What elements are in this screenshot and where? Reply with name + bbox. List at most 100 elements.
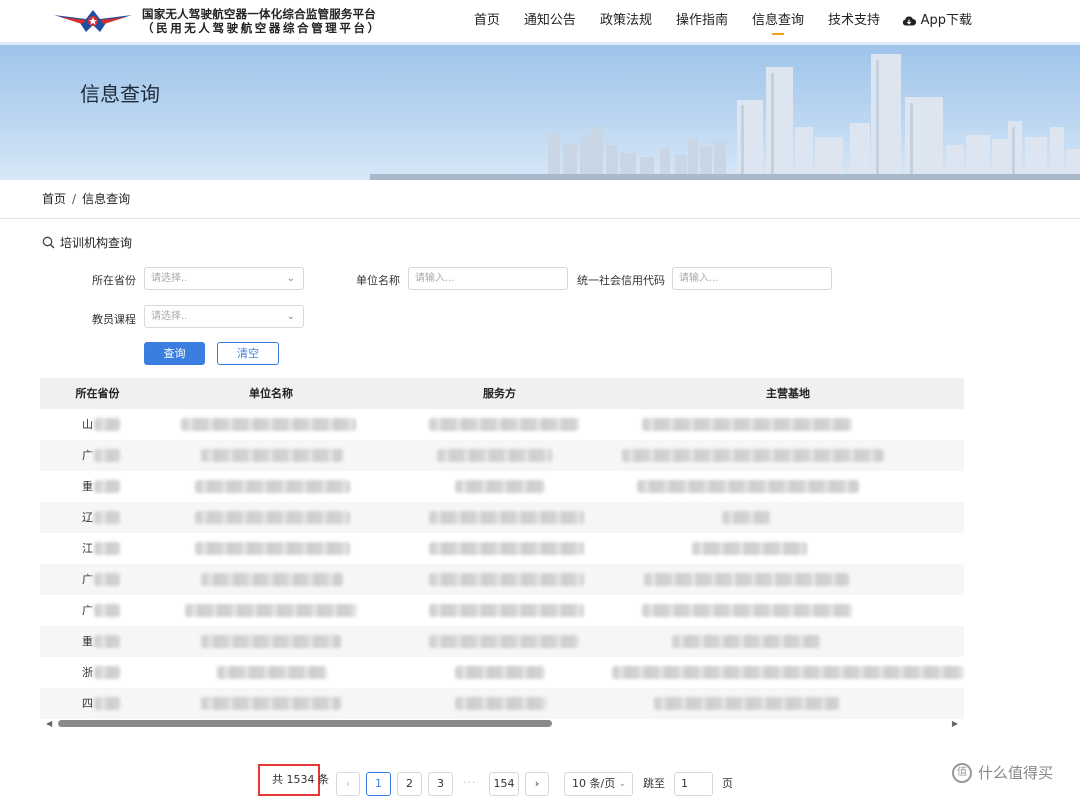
cell-province: 广 [82, 604, 93, 617]
blurred-text [217, 666, 327, 679]
credit-code-placeholder: 请输入... [679, 273, 719, 284]
blurred-text [94, 542, 120, 555]
blurred-text [429, 604, 584, 617]
site-title: 国家无人驾驶航空器一体化综合监管服务平台 （民用无人驾驶航空器综合管理平台） [142, 7, 382, 35]
blurred-text [94, 573, 120, 586]
blurred-text [429, 573, 584, 586]
table-row[interactable]: 辽 [40, 502, 964, 533]
blurred-text [94, 418, 120, 431]
watermark-logo-icon: 值 [952, 762, 972, 783]
blurred-text [429, 542, 584, 555]
jump-label: 跳至 [643, 777, 665, 790]
header-province: 所在省份 [75, 387, 120, 400]
nav-info-query[interactable]: 信息查询 [740, 0, 816, 42]
province-label: 所在省份 [92, 274, 136, 287]
blurred-text [94, 666, 120, 679]
blurred-text [195, 542, 350, 555]
blurred-text [455, 697, 547, 710]
horizontal-scrollbar[interactable]: ◀ ▶ [40, 716, 964, 732]
credit-code-label: 统一社会信用代码 [577, 274, 665, 287]
banner-title: 信息查询 [80, 82, 160, 106]
unit-name-label: 单位名称 [356, 274, 400, 287]
nav-notices[interactable]: 通知公告 [512, 0, 588, 42]
next-page-button[interactable]: › [525, 772, 549, 796]
province-placeholder: 请选择.. [151, 273, 188, 284]
blurred-text [429, 511, 584, 524]
query-button[interactable]: 查询 [144, 342, 205, 365]
table-row[interactable]: 广 [40, 595, 964, 626]
nav-tech-support[interactable]: 技术支持 [816, 0, 892, 42]
table-row[interactable]: 江 [40, 533, 964, 564]
table-row[interactable]: 重 [40, 626, 964, 657]
watermark: 值 什么值得买 [952, 762, 1053, 783]
chevron-down-icon: ⌄ [286, 311, 295, 322]
table-row[interactable]: 四 [40, 688, 964, 719]
blurred-text [185, 604, 357, 617]
scroll-right-arrow-icon[interactable]: ▶ [952, 719, 958, 728]
scroll-left-arrow-icon[interactable]: ◀ [46, 719, 52, 728]
table-row[interactable]: 山 [40, 409, 964, 440]
top-header: 国家无人驾驶航空器一体化综合监管服务平台 （民用无人驾驶航空器综合管理平台） 首… [0, 0, 1080, 42]
breadcrumb-home[interactable]: 首页 [42, 192, 66, 206]
scrollbar-thumb[interactable] [58, 720, 552, 727]
breadcrumb-current: 信息查询 [82, 192, 131, 206]
jump-page-input[interactable]: 1 [674, 772, 713, 796]
blurred-text [94, 635, 120, 648]
cell-province: 重 [82, 480, 93, 493]
breadcrumb-divider [0, 218, 1080, 219]
results-table: 所在省份 单位名称 服务方 主营基地 山 广 重 辽 江 广 广 重 浙 四 [40, 378, 964, 719]
cell-province: 广 [82, 449, 93, 462]
blurred-text [642, 418, 852, 431]
blurred-text [195, 480, 350, 493]
course-placeholder: 请选择.. [151, 311, 188, 322]
blurred-text [429, 635, 579, 648]
blurred-text [181, 418, 356, 431]
cell-province: 辽 [82, 511, 93, 524]
clear-button[interactable]: 清空 [217, 342, 279, 365]
last-page-button[interactable]: 154 [489, 772, 519, 796]
chevron-down-icon: ⌄ [286, 273, 295, 284]
blurred-text [654, 697, 839, 710]
pagination-ellipsis[interactable]: ··· [463, 772, 477, 794]
page-3-button[interactable]: 3 [428, 772, 453, 796]
blurred-text [672, 635, 820, 648]
table-row[interactable]: 广 [40, 564, 964, 595]
unit-name-input[interactable]: 请输入... [408, 267, 568, 290]
blurred-text [612, 666, 964, 679]
blurred-text [692, 542, 807, 555]
chevron-down-icon: ⌄ [618, 779, 626, 789]
blurred-text [455, 480, 545, 493]
page-2-button[interactable]: 2 [397, 772, 422, 796]
blurred-text [195, 511, 350, 524]
blurred-text [201, 697, 341, 710]
nav-guide[interactable]: 操作指南 [664, 0, 740, 42]
blurred-text [94, 449, 120, 462]
page-1-button[interactable]: 1 [366, 772, 391, 796]
prev-page-button[interactable]: ‹ [336, 772, 360, 796]
main-nav: 首页 通知公告 政策法规 操作指南 信息查询 技术支持 [462, 0, 892, 42]
page-size-select[interactable]: 10 条/页 ⌄ [564, 772, 633, 796]
table-row[interactable]: 广 [40, 440, 964, 471]
breadcrumb: 首页 / 信息查询 [42, 190, 130, 207]
credit-code-input[interactable]: 请输入... [672, 267, 832, 290]
blurred-text [201, 449, 343, 462]
blurred-text [94, 604, 120, 617]
page-size-value: 10 条/页 [572, 777, 616, 790]
blurred-text [642, 604, 852, 617]
page-banner: 信息查询 [0, 45, 1080, 180]
pagination: 共 1534 条 ‹ 1 2 3 ··· 154 › 10 条/页 ⌄ 跳至 1… [0, 764, 1080, 796]
course-select[interactable]: 请选择.. ⌄ [144, 305, 304, 328]
table-row[interactable]: 重 [40, 471, 964, 502]
header-service-provider: 服务方 [483, 387, 516, 400]
cloud-download-icon [902, 16, 916, 26]
blurred-text [637, 480, 859, 493]
app-download-link[interactable]: App下载 [902, 0, 972, 42]
nav-policies[interactable]: 政策法规 [588, 0, 664, 42]
city-skyline-illustration [370, 54, 1080, 180]
header-unit-name: 单位名称 [249, 387, 293, 400]
blurred-text [429, 418, 579, 431]
course-label: 教员课程 [92, 313, 136, 326]
table-row[interactable]: 浙 [40, 657, 964, 688]
province-select[interactable]: 请选择.. ⌄ [144, 267, 304, 290]
nav-home[interactable]: 首页 [462, 0, 512, 42]
